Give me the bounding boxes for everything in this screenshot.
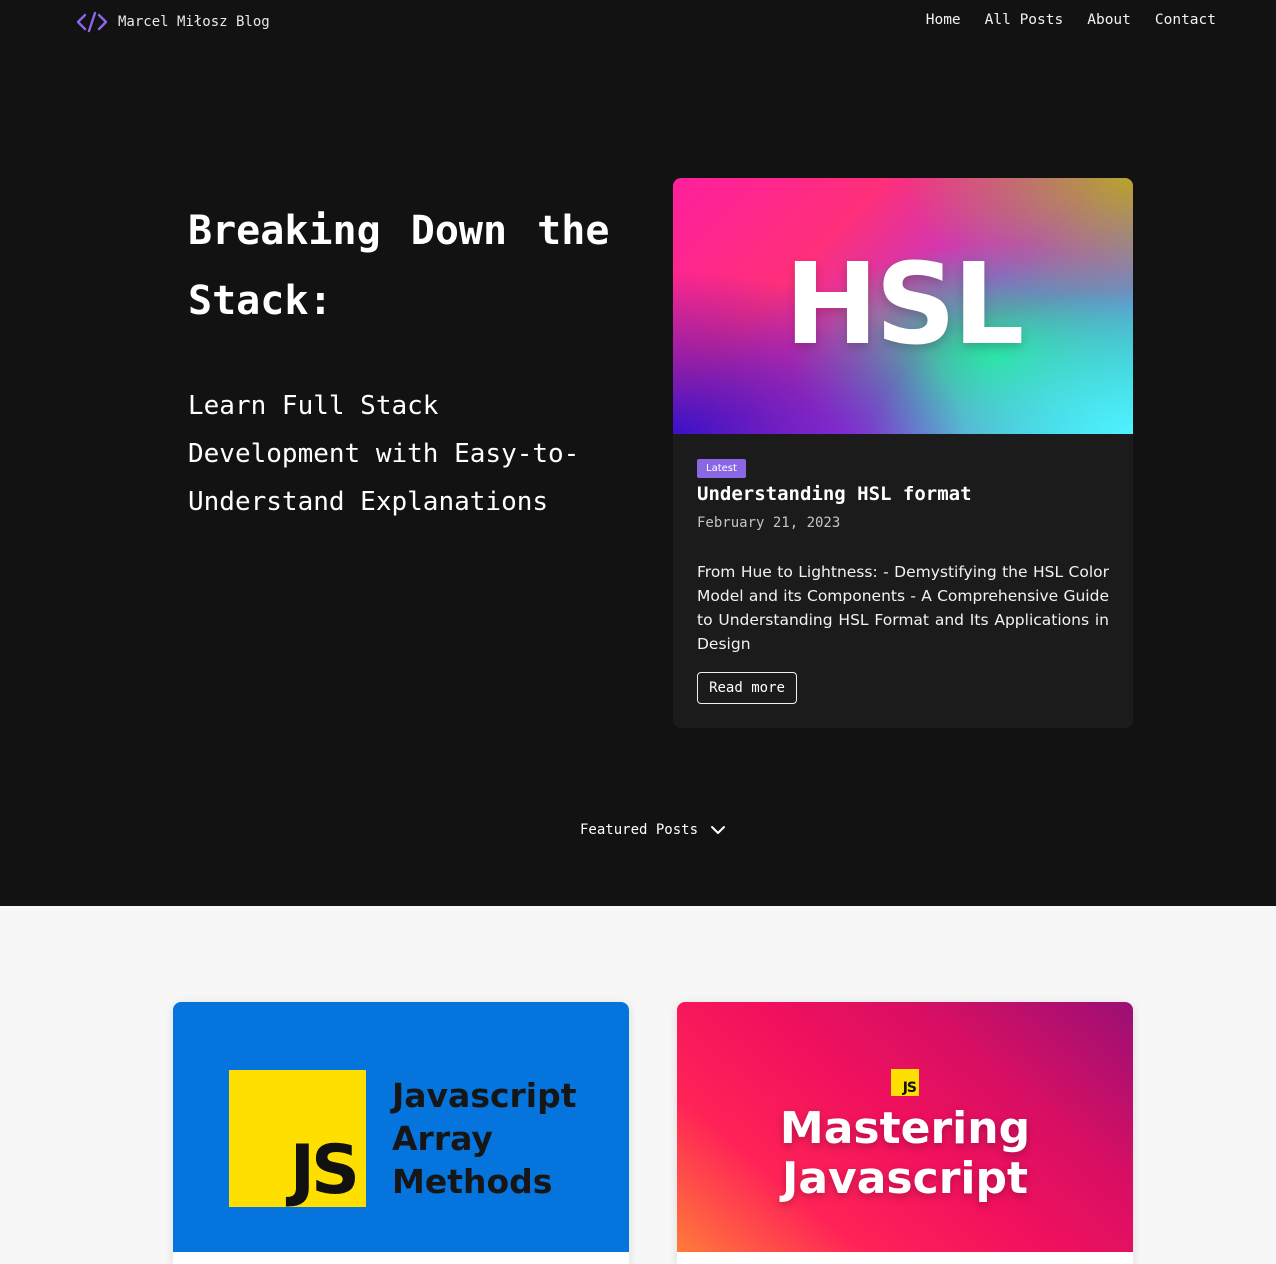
cover-image-text: HSL	[784, 240, 1025, 370]
code-brackets-icon	[76, 11, 108, 33]
latest-post-card[interactable]: HSL Latest Understanding HSL format Febr…	[673, 178, 1133, 728]
featured-post-card[interactable]: JS Mastering Javascript	[677, 1002, 1133, 1264]
js-logo: JS	[891, 1069, 919, 1096]
latest-post-date: February 21, 2023	[697, 515, 841, 531]
hero-subtitle: Learn Full Stack Development with Easy-t…	[188, 391, 580, 517]
js-logo-text: JS	[289, 1131, 360, 1210]
featured-posts-toggle[interactable]: Featured Posts	[580, 822, 726, 838]
chevron-down-icon	[711, 826, 726, 834]
featured-post-cover-image[interactable]: JS Javascript Array Methods	[173, 1002, 629, 1252]
latest-badge: Latest	[697, 459, 746, 478]
read-more-button[interactable]: Read more	[697, 672, 797, 704]
js-logo: JS	[229, 1070, 366, 1207]
nav-link-home[interactable]: Home	[926, 12, 961, 28]
js-logo-text: JS	[902, 1080, 917, 1096]
site-logo-link[interactable]: Marcel Miłosz Blog	[76, 10, 270, 34]
latest-post-excerpt: From Hue to Lightness: - Demystifying th…	[697, 563, 1109, 653]
nav-link-all-posts[interactable]: All Posts	[985, 12, 1064, 28]
featured-post-card[interactable]: JS Javascript Array Methods	[173, 1002, 629, 1264]
nav-menu: Home All Posts About Contact	[926, 12, 1216, 28]
nav-link-about[interactable]: About	[1087, 12, 1131, 28]
cover-image-title: Mastering Javascript	[779, 1103, 1031, 1204]
featured-post-cover-image[interactable]: JS Mastering Javascript	[677, 1002, 1133, 1252]
top-navigation: Marcel Miłosz Blog Home All Posts About …	[0, 0, 1276, 44]
latest-post-title[interactable]: Understanding HSL format	[697, 483, 972, 505]
cover-image-title: Javascript Array Methods	[392, 1076, 577, 1201]
featured-posts-label: Featured Posts	[580, 822, 699, 838]
site-title: Marcel Miłosz Blog	[118, 14, 270, 30]
latest-post-cover-image[interactable]: HSL	[673, 178, 1133, 434]
hero-title: Breaking Down the Stack:	[188, 208, 610, 324]
nav-link-contact[interactable]: Contact	[1155, 12, 1216, 28]
